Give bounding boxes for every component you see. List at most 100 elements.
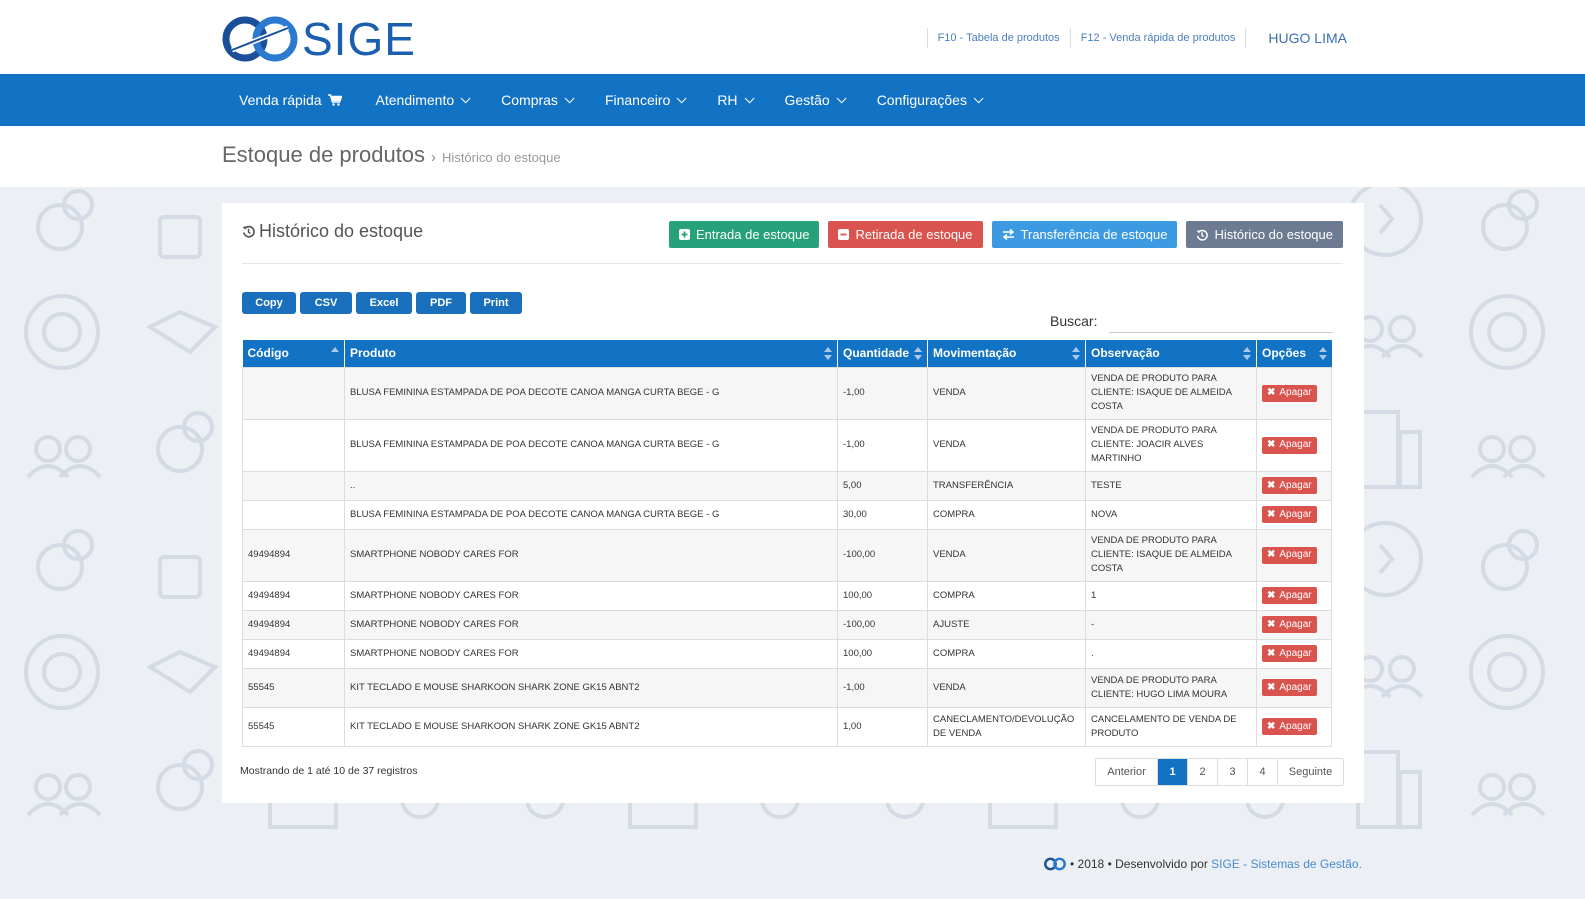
- button-label: Apagar: [1279, 479, 1312, 491]
- table-body: BLUSA FEMININA ESTAMPADA DE POA DECOTE C…: [242, 366, 1332, 747]
- historico-estoque-button[interactable]: Histórico do estoque: [1186, 221, 1343, 248]
- excel-button[interactable]: Excel: [356, 292, 412, 314]
- cell-produto: BLUSA FEMININA ESTAMPADA DE POA DECOTE C…: [344, 418, 838, 472]
- separator: [926, 28, 928, 48]
- footer-link[interactable]: SIGE - Sistemas de Gestão.: [1211, 857, 1362, 871]
- sort-icon: [1243, 347, 1251, 361]
- retirada-estoque-button[interactable]: Retirada de estoque: [828, 221, 983, 248]
- nav-item-rh[interactable]: RH: [700, 92, 767, 108]
- cell-opcoes: ✖ Apagar: [1256, 609, 1332, 640]
- column-label: Código: [247, 346, 289, 361]
- exchange-icon: [1002, 229, 1014, 240]
- search-label: Buscar:: [1050, 313, 1098, 329]
- apagar-button[interactable]: ✖ Apagar: [1262, 587, 1317, 604]
- cell-quantidade: 5,00: [837, 470, 928, 501]
- cell-observacao: VENDA DE PRODUTO PARA CLIENTE: JOACIR AL…: [1085, 418, 1257, 472]
- transferencia-estoque-button[interactable]: Transferência de estoque: [991, 221, 1178, 248]
- print-button[interactable]: Print: [470, 292, 522, 314]
- user-menu[interactable]: HUGO LIMA: [1268, 30, 1347, 46]
- button-label: Histórico do estoque: [1214, 227, 1333, 242]
- pagination-page-3[interactable]: 3: [1218, 759, 1248, 785]
- pagination-page-2[interactable]: 2: [1188, 759, 1218, 785]
- cell-opcoes: ✖ Apagar: [1256, 667, 1332, 708]
- entrada-estoque-button[interactable]: Entrada de estoque: [668, 221, 820, 248]
- column-label: Movimentação: [933, 346, 1017, 361]
- nav-item-configuracoes[interactable]: Configurações: [860, 92, 997, 108]
- pagination-page-1[interactable]: 1: [1158, 759, 1188, 785]
- cell-produto: ..: [344, 470, 838, 501]
- cell-quantidade: 100,00: [837, 638, 928, 669]
- chevron-down-icon: [676, 92, 687, 103]
- table-row: BLUSA FEMININA ESTAMPADA DE POA DECOTE C…: [242, 366, 1332, 420]
- logo[interactable]: SIGE: [222, 16, 416, 62]
- nav-item-gestao[interactable]: Gestão: [768, 92, 860, 108]
- link-tabela-produtos[interactable]: F10 - Tabela de produtos: [938, 32, 1060, 44]
- page-title[interactable]: Estoque de produtos: [222, 142, 425, 168]
- cell-quantidade: -1,00: [837, 418, 928, 472]
- nav-item-compras[interactable]: Compras: [484, 92, 588, 108]
- pagination-page-4[interactable]: 4: [1248, 759, 1278, 785]
- cell-movimentacao: AJUSTE: [927, 609, 1086, 640]
- cell-observacao: TESTE: [1085, 470, 1257, 501]
- apagar-button[interactable]: ✖ Apagar: [1262, 679, 1317, 696]
- apagar-button[interactable]: ✖ Apagar: [1262, 506, 1317, 523]
- apagar-button[interactable]: ✖ Apagar: [1262, 718, 1317, 735]
- apagar-button[interactable]: ✖ Apagar: [1262, 436, 1317, 454]
- nav-item-venda-rapida[interactable]: Venda rápida: [222, 92, 359, 108]
- breadcrumb-current: Histórico do estoque: [442, 150, 561, 165]
- csv-button[interactable]: CSV: [300, 292, 352, 314]
- cell-produto: BLUSA FEMININA ESTAMPADA DE POA DECOTE C…: [344, 366, 838, 420]
- cell-codigo: [242, 418, 345, 472]
- column-header-observacao[interactable]: Observação: [1085, 340, 1257, 367]
- sort-icon: [914, 347, 922, 361]
- history-table: Código Produto Quantidade Movimentação O…: [242, 340, 1332, 747]
- cell-codigo: [242, 366, 345, 420]
- button-label: Apagar: [1279, 647, 1312, 659]
- minus-square-icon: [838, 229, 850, 240]
- cell-produto: KIT TECLADO E MOUSE SHARKOON SHARK ZONE …: [344, 667, 838, 708]
- nav-item-label: Venda rápida: [239, 92, 322, 108]
- button-label: Apagar: [1279, 618, 1312, 630]
- close-icon: ✖: [1267, 681, 1276, 693]
- breadcrumb-bar: Estoque de produtos › Histórico do estoq…: [0, 126, 1585, 187]
- column-header-opcoes[interactable]: Opções: [1256, 340, 1332, 367]
- cell-quantidade: -1,00: [837, 667, 928, 708]
- pagination-previous[interactable]: Anterior: [1096, 759, 1158, 785]
- footer: • 2018 • Desenvolvido por SIGE - Sistema…: [1043, 857, 1362, 871]
- pagination: Anterior 1 2 3 4 Seguinte: [1095, 758, 1344, 786]
- apagar-button[interactable]: ✖ Apagar: [1262, 384, 1317, 402]
- cell-movimentacao: COMPRA: [927, 638, 1086, 669]
- column-header-quantidade[interactable]: Quantidade: [837, 340, 928, 367]
- nav-item-atendimento[interactable]: Atendimento: [359, 92, 485, 108]
- column-header-movimentacao[interactable]: Movimentação: [927, 340, 1086, 367]
- logo-infinity-icon: [222, 16, 298, 62]
- copy-button[interactable]: Copy: [242, 292, 296, 314]
- link-venda-rapida[interactable]: F12 - Venda rápida de produtos: [1081, 32, 1236, 44]
- apagar-button[interactable]: ✖ Apagar: [1262, 477, 1317, 494]
- cell-observacao: .: [1085, 638, 1257, 669]
- nav-item-financeiro[interactable]: Financeiro: [588, 92, 700, 108]
- table-row: .. 5,00 TRANSFERÊNCIA TESTE ✖ Apagar: [242, 470, 1332, 501]
- apagar-button[interactable]: ✖ Apagar: [1262, 645, 1317, 662]
- export-buttons: Copy CSV Excel PDF Print: [242, 292, 526, 314]
- cell-produto: KIT TECLADO E MOUSE SHARKOON SHARK ZONE …: [344, 706, 838, 747]
- cell-produto: BLUSA FEMININA ESTAMPADA DE POA DECOTE C…: [344, 499, 838, 530]
- column-header-produto[interactable]: Produto: [344, 340, 838, 367]
- pdf-button[interactable]: PDF: [416, 292, 466, 314]
- search-input[interactable]: [1109, 309, 1334, 333]
- button-label: Apagar: [1279, 387, 1312, 398]
- cell-codigo: 49494894: [242, 638, 345, 669]
- cell-quantidade: -100,00: [837, 609, 928, 640]
- close-icon: ✖: [1267, 720, 1276, 732]
- history-icon: [242, 225, 255, 238]
- nav-item-label: Gestão: [784, 92, 830, 108]
- apagar-button[interactable]: ✖ Apagar: [1262, 546, 1317, 564]
- close-icon: ✖: [1267, 387, 1276, 398]
- column-label: Opções: [1262, 346, 1307, 361]
- pagination-next[interactable]: Seguinte: [1278, 759, 1343, 785]
- apagar-button[interactable]: ✖ Apagar: [1262, 616, 1317, 633]
- table-row: 49494894 SMARTPHONE NOBODY CARES FOR -100,…: [242, 528, 1332, 582]
- column-header-codigo[interactable]: Código: [242, 340, 345, 367]
- button-label: Apagar: [1279, 508, 1312, 520]
- cell-opcoes: ✖ Apagar: [1256, 528, 1332, 582]
